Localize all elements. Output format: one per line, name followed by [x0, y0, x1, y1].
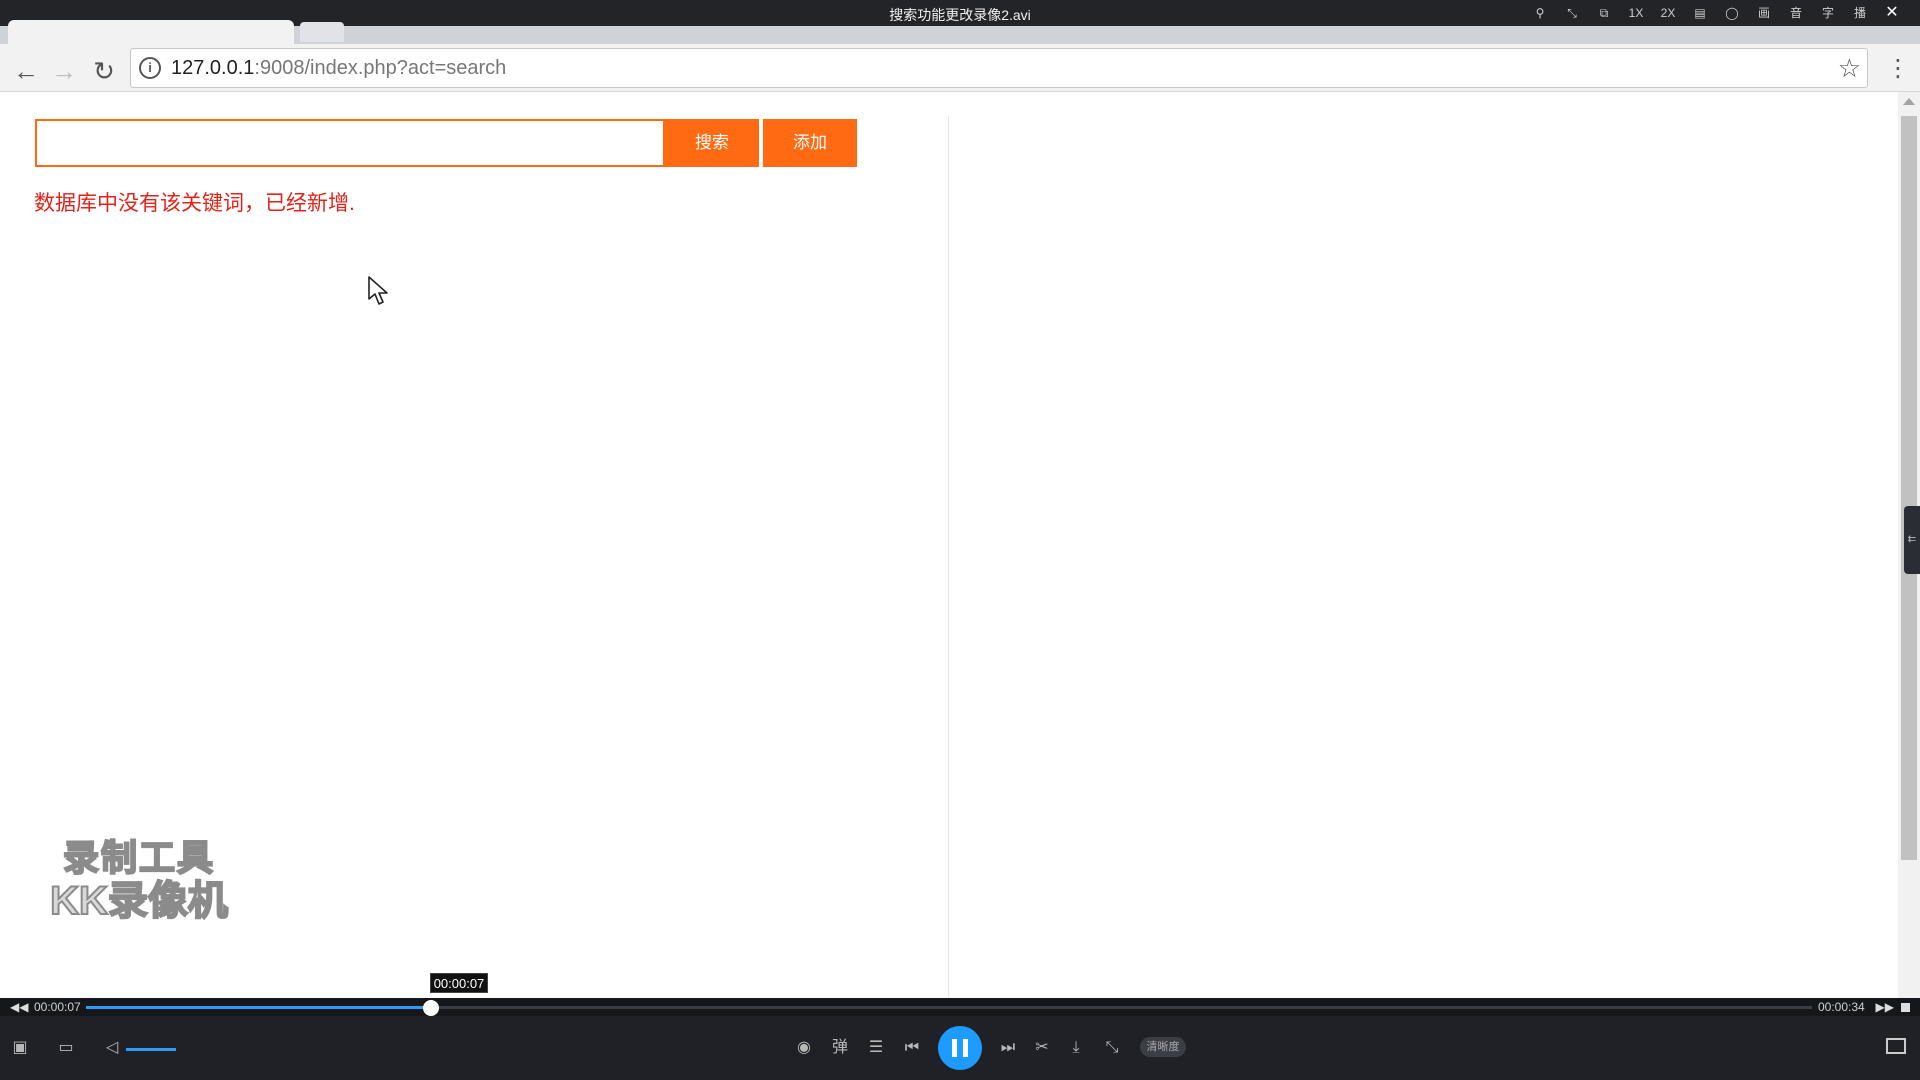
- player-controls: ▣ ▭ ◁ ◉ 弹 ☰ ⏮ ⏭ ✂ ⤓ ⤡ 清晰度: [0, 1016, 1920, 1080]
- light-icon[interactable]: ◯: [1716, 3, 1748, 23]
- titlebar-icons: ⚲ ⤡ ⧉ 1X 2X ▤ ◯ 画 音 字 播 ✕: [1524, 3, 1908, 23]
- playlist-icon[interactable]: ▤: [1684, 3, 1716, 23]
- url-path: :9008/index.php?act=search: [254, 57, 507, 79]
- url-text[interactable]: 127.0.0.1:9008/index.php?act=search: [171, 57, 506, 80]
- audio-menu-button[interactable]: 音: [1780, 3, 1812, 23]
- watermark-line1: 录制工具: [62, 837, 215, 879]
- pause-button[interactable]: [938, 1026, 982, 1070]
- back-icon[interactable]: ←: [8, 54, 44, 90]
- search-button[interactable]: 搜索: [665, 119, 759, 167]
- screenshot-icon[interactable]: ⧉: [1588, 3, 1620, 23]
- current-time: 00:00:07: [34, 1000, 81, 1014]
- shrink-icon[interactable]: ⤡: [1100, 1036, 1124, 1060]
- 3d-view-icon[interactable]: ◉: [792, 1036, 816, 1060]
- watermark-line2: KK录像机: [49, 878, 229, 924]
- site-info-icon[interactable]: i: [139, 57, 161, 79]
- mouse-cursor-icon: [368, 276, 388, 305]
- seek-track[interactable]: [86, 1000, 1812, 1016]
- danmaku-button[interactable]: 弹: [828, 1036, 852, 1060]
- browser-chrome: ← → ↻ i 127.0.0.1:9008/index.php?act=sea…: [0, 20, 1920, 92]
- bookmark-star-icon[interactable]: ☆: [1838, 53, 1861, 84]
- pin-icon[interactable]: ⚲: [1524, 3, 1556, 23]
- stop-icon[interactable]: [1901, 1003, 1910, 1012]
- previous-icon[interactable]: ⏮: [900, 1036, 924, 1060]
- search-input[interactable]: [35, 119, 665, 167]
- download-icon[interactable]: ⤓: [1064, 1036, 1088, 1060]
- browser-tab-active[interactable]: [8, 20, 294, 44]
- equalizer-icon[interactable]: ☰: [864, 1036, 888, 1060]
- quality-button[interactable]: 清晰度: [1140, 1037, 1186, 1057]
- scrollbar-thumb[interactable]: [1901, 116, 1917, 860]
- web-page: 搜索 添加 数据库中没有该关键词，已经新增. 录制工具 KK录像机: [0, 92, 1898, 998]
- browser-menu-icon[interactable]: ⋮: [1886, 54, 1910, 84]
- cut-icon[interactable]: ✂: [1030, 1036, 1054, 1060]
- new-tab-button[interactable]: [300, 22, 344, 42]
- tab-strip: [0, 20, 1920, 44]
- add-button[interactable]: 添加: [763, 119, 857, 167]
- total-time: 00:00:34: [1818, 1000, 1865, 1014]
- seek-progress: [86, 1006, 432, 1009]
- pause-bar-left: [952, 1039, 957, 1057]
- fullscreen-icon[interactable]: [1886, 1038, 1906, 1054]
- scroll-up-arrow-icon[interactable]: [1903, 98, 1915, 105]
- rewind-icon[interactable]: ◀◀: [10, 1000, 28, 1014]
- playback-menu-button[interactable]: 播: [1844, 3, 1876, 23]
- seek-bar[interactable]: ◀◀ 00:00:07 00:00:34 ▶▶: [0, 998, 1920, 1016]
- next-icon[interactable]: ⏭: [996, 1036, 1020, 1060]
- forward-icon[interactable]: →: [46, 54, 82, 90]
- open-folder-icon[interactable]: ▭: [54, 1036, 78, 1060]
- close-icon[interactable]: ✕: [1876, 3, 1908, 23]
- subtitle-menu-button[interactable]: 字: [1812, 3, 1844, 23]
- seek-tooltip: 00:00:07: [430, 973, 488, 993]
- column-divider: [948, 116, 949, 998]
- volume-icon[interactable]: ◁: [100, 1036, 124, 1060]
- mini-mode-icon[interactable]: ⤡: [1556, 3, 1588, 23]
- address-bar[interactable]: i 127.0.0.1:9008/index.php?act=search ☆: [130, 48, 1868, 88]
- fast-forward-icon[interactable]: ▶▶: [1876, 1000, 1894, 1014]
- seek-knob[interactable]: [423, 1000, 440, 1016]
- url-host: 127.0.0.1: [171, 57, 255, 79]
- recorder-watermark: 录制工具 KK录像机: [44, 837, 234, 925]
- reload-icon[interactable]: ↻: [86, 54, 122, 90]
- speed-1x-button[interactable]: 1X: [1620, 3, 1652, 23]
- pause-bar-right: [963, 1039, 968, 1057]
- media-library-icon[interactable]: ▣: [8, 1036, 32, 1060]
- speed-2x-button[interactable]: 2X: [1652, 3, 1684, 23]
- result-message: 数据库中没有该关键词，已经新增.: [34, 192, 355, 215]
- side-panel-handle[interactable]: ⇇: [1904, 506, 1920, 574]
- picture-menu-button[interactable]: 画: [1748, 3, 1780, 23]
- volume-slider[interactable]: [126, 1048, 176, 1051]
